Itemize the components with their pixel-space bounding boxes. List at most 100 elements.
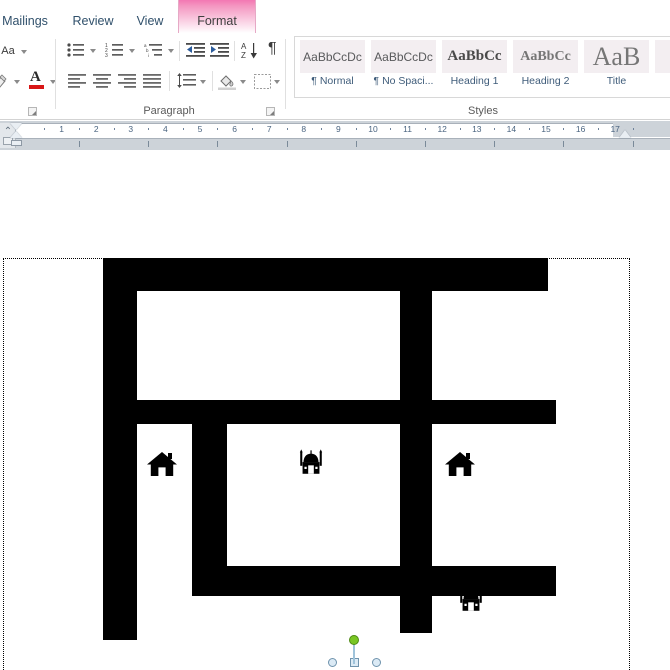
line-spacing-caret-icon[interactable]	[200, 80, 206, 84]
rotation-handle[interactable]	[349, 635, 359, 645]
ruler-mark-4: 4	[163, 124, 168, 134]
increase-indent-glyph	[209, 43, 229, 57]
style-name-normal: ¶ Normal	[311, 75, 354, 87]
bullets-caret-icon[interactable]	[90, 49, 96, 53]
default-tab-stop	[286, 141, 288, 147]
hanging-indent-marker[interactable]	[10, 131, 22, 138]
style-name-heading-2: Heading 2	[521, 75, 570, 87]
ruler-mark-7: 7	[266, 124, 272, 134]
ribbon-group-divider-2	[285, 39, 286, 109]
ruler-halfinch-tick	[424, 128, 426, 130]
tab-mailings-label: Mailings	[2, 14, 48, 28]
text-highlight-color-icon[interactable]	[0, 73, 10, 89]
show-formatting-marks-icon[interactable]: ¶	[268, 41, 277, 57]
ribbon-tabbar: Mailings Review View Format	[0, 0, 670, 33]
font-color-icon[interactable]: A	[30, 70, 41, 85]
borders-icon[interactable]	[253, 73, 271, 89]
style-item-heading-2[interactable]: AaBbCc Heading 2	[510, 37, 581, 97]
line-spacing-glyph	[176, 73, 196, 88]
tab-view[interactable]: View	[124, 0, 176, 33]
sort-glyph: A Z	[241, 42, 257, 60]
default-tab-stop	[355, 141, 357, 147]
align-center-icon[interactable]	[92, 73, 112, 89]
ruler[interactable]: ⌃ 1 2 3 4 5 6 7 8 9 10 11 12 13 14 15 16 17	[0, 121, 670, 150]
line-spacing-icon[interactable]	[175, 72, 197, 90]
paragraph-dialog-launcher[interactable]	[266, 107, 275, 116]
road-top-horizontal[interactable]	[103, 258, 548, 291]
ruler-mark-6: 6	[232, 124, 237, 134]
text-highlight-caret-icon[interactable]	[14, 80, 20, 84]
ruler-halfinch-tick	[44, 128, 46, 130]
increase-indent-icon[interactable]	[209, 41, 229, 59]
ruler-halfinch-tick	[459, 128, 461, 130]
numbering-caret-icon[interactable]	[129, 49, 135, 53]
styles-group-label: Styles	[468, 105, 498, 117]
ruler-mark-2: 2	[93, 124, 99, 134]
style-name-subtitle: S	[652, 75, 670, 87]
multilevel-list-icon[interactable]: a b i	[143, 41, 165, 59]
bullets-icon[interactable]	[65, 41, 87, 59]
numbering-icon[interactable]: 1 2 3	[104, 41, 126, 59]
styles-gallery[interactable]: AaBbCcDc ¶ Normal AaBbCcDc ¶ No Spaci...…	[294, 36, 670, 98]
paragraph-divider-b	[234, 41, 235, 61]
tab-review[interactable]: Review	[62, 0, 124, 33]
align-left-icon[interactable]	[67, 73, 87, 89]
ruler-halfinch-tick	[286, 128, 288, 130]
decrease-indent-icon[interactable]	[185, 41, 205, 59]
house-icon	[147, 452, 177, 476]
ruler-halfinch-tick	[597, 128, 599, 130]
resize-handle-ne[interactable]	[371, 657, 381, 667]
style-preview-heading-2: AaBbCc	[513, 40, 578, 73]
ribbon-group-divider-1	[55, 39, 56, 109]
mosque-top-center[interactable]	[296, 448, 326, 478]
borders-glyph	[253, 73, 271, 89]
sort-icon[interactable]: A Z	[239, 40, 261, 60]
style-item-heading-1[interactable]: AaBbCс Heading 1	[439, 37, 510, 97]
align-center-glyph	[93, 74, 111, 88]
change-case-icon[interactable]: Aa	[0, 43, 18, 59]
road-left-vertical[interactable]	[103, 258, 137, 640]
left-indent-marker[interactable]	[11, 140, 22, 146]
first-line-indent-marker[interactable]	[10, 123, 22, 130]
svg-text:A: A	[241, 42, 247, 51]
house-top-right[interactable]	[444, 448, 476, 480]
tab-mailings[interactable]: Mailings	[0, 0, 58, 33]
tab-format[interactable]: Format	[178, 0, 256, 33]
paragraph-divider-c	[169, 71, 170, 91]
tab-format-label-text: Format	[197, 14, 237, 28]
word-window: Mailings Review View Format Aa A 1 2 3 a…	[0, 0, 670, 670]
align-right-icon[interactable]	[117, 73, 137, 89]
shading-caret-icon[interactable]	[240, 80, 246, 84]
numbering-glyph: 1 2 3	[105, 43, 123, 58]
style-item-subtitle[interactable]: Aa S	[652, 37, 670, 97]
change-case-caret-icon[interactable]	[21, 50, 27, 54]
borders-caret-icon[interactable]	[274, 80, 280, 84]
ruler-mark-11: 11	[403, 124, 412, 134]
decrease-indent-glyph	[185, 43, 205, 57]
document-page[interactable]	[0, 150, 670, 670]
shading-icon[interactable]	[217, 72, 237, 90]
road-bottom-horizontal[interactable]	[192, 566, 556, 596]
multilevel-list-glyph: a b i	[144, 43, 162, 58]
multilevel-list-caret-icon[interactable]	[168, 49, 174, 53]
justify-glyph	[143, 74, 161, 88]
resize-handle-nw[interactable]	[327, 657, 337, 667]
style-preview-title: AaB	[584, 40, 649, 73]
font-dialog-launcher[interactable]	[28, 107, 37, 116]
style-preview-heading-1: AaBbCс	[442, 40, 507, 73]
ruler-halfinch-tick	[78, 128, 80, 130]
style-item-normal[interactable]: AaBbCcDc ¶ Normal	[297, 37, 368, 97]
bullets-glyph	[67, 43, 84, 57]
default-tab-stop	[632, 141, 634, 147]
style-item-no-spacing[interactable]: AaBbCcDc ¶ No Spaci...	[368, 37, 439, 97]
ribbon-group-paragraph: 1 2 3 a b i A Z ¶ Paragraph	[57, 33, 281, 120]
street-map-drawing[interactable]	[0, 150, 670, 670]
tab-view-label: View	[136, 14, 164, 28]
justify-icon[interactable]	[142, 73, 162, 89]
house-top-left[interactable]	[146, 448, 178, 480]
ruler-halfinch-tick	[182, 128, 184, 130]
font-color-swatch[interactable]	[29, 85, 44, 89]
mosque-right[interactable]	[456, 585, 486, 615]
style-item-title[interactable]: AaB Title	[581, 37, 652, 97]
road-middle-horizontal[interactable]	[103, 400, 556, 424]
